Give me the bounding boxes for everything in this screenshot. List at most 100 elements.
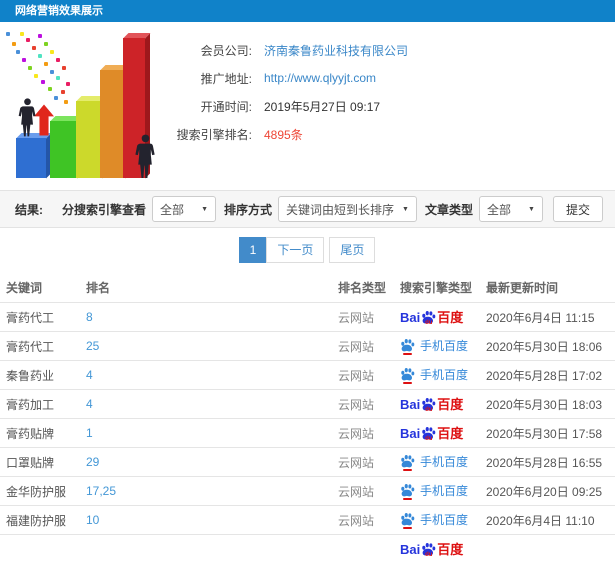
ranking-count-row: 搜索引擎排名: 4895条: [170, 120, 408, 148]
rank-cell: 29: [85, 448, 337, 477]
baidu-mobile-logo: 手机百度: [400, 366, 468, 383]
baidu-pc-logo: Baidu百度: [400, 397, 463, 411]
engine-cell: 手机百度: [399, 332, 485, 361]
rank-type-cell: 云网站: [337, 390, 399, 419]
engine-cell: 手机百度: [399, 506, 485, 535]
promo-url-label: 推广地址:: [170, 70, 252, 87]
updated-cell: 2020年5月30日 17:58: [485, 419, 615, 448]
engine-cell: 手机百度: [399, 448, 485, 477]
open-time-label: 开通时间:: [170, 98, 252, 115]
rank-type-cell: [337, 535, 399, 563]
sort-value: 关键词由短到长排序: [286, 201, 394, 218]
chevron-down-icon: ▼: [528, 206, 535, 213]
baidu-paw-icon: [400, 367, 415, 381]
updated-cell: 2020年6月20日 09:25: [485, 477, 615, 506]
last-page-button[interactable]: 尾页: [329, 237, 375, 263]
baidu-mobile-logo: 手机百度: [400, 453, 468, 470]
rank-link[interactable]: 4: [86, 368, 93, 382]
baidu-mobile-logo: 手机百度: [400, 482, 468, 499]
filter-bar: 结果: 分搜索引擎查看 全部 ▼ 排序方式 关键词由短到长排序 ▼ 文章类型 全…: [0, 190, 615, 228]
updated-cell: 2020年5月28日 17:02: [485, 361, 615, 390]
rank-cell: 8: [85, 303, 337, 332]
table-header-row: 关键词 排名 排名类型 搜索引擎类型 最新更新时间: [0, 272, 615, 303]
ranking-count-value: 4895条: [264, 126, 303, 143]
updated-cell: 2020年6月4日 11:10: [485, 506, 615, 535]
rank-link[interactable]: 29: [86, 455, 99, 469]
businessman-figure-right: [135, 134, 156, 180]
table-row: 口罩贴牌29云网站手机百度2020年5月28日 16:55: [0, 448, 615, 477]
rank-link[interactable]: 4: [86, 397, 93, 411]
baidu-pc-logo: Baidu百度: [400, 426, 463, 440]
table-row: 膏药代工8 云网站Baidu百度 2020年6月4日 11:15: [0, 303, 615, 332]
member-company-link[interactable]: 济南秦鲁药业科技有限公司: [264, 42, 408, 59]
promo-url-row: 推广地址: http://www.qlyyjt.com: [170, 64, 408, 92]
baidu-pc-logo: Baidu百度: [400, 310, 463, 324]
engine-type-header: 搜索引擎类型: [399, 272, 485, 303]
growth-chart-illustration: [2, 30, 172, 182]
rank-link[interactable]: 10: [86, 513, 99, 527]
keyword-cell: 福建防护服: [0, 506, 85, 535]
rank-link[interactable]: 1: [86, 426, 93, 440]
article-type-value: 全部: [487, 201, 511, 218]
updated-cell: 2020年5月28日 16:55: [485, 448, 615, 477]
table-row: 膏药加工4云网站Baidu百度2020年5月30日 18:03: [0, 390, 615, 419]
table-row: 膏药贴牌1 云网站Baidu百度 2020年5月30日 17:58: [0, 419, 615, 448]
page-1-button[interactable]: 1: [239, 237, 268, 263]
keyword-cell: 膏药代工: [0, 303, 85, 332]
rank-type-cell: 云网站: [337, 332, 399, 361]
baidu-paw-icon: [400, 454, 415, 468]
baidu-paw-icon: [400, 512, 415, 526]
baidu-pc-logo: Baidu百度: [400, 542, 463, 556]
rank-link[interactable]: 17,25: [86, 484, 116, 498]
bar-orange: [100, 70, 125, 178]
hero-section: 会员公司: 济南秦鲁药业科技有限公司 推广地址: http://www.qlyy…: [0, 22, 615, 190]
ranking-count-label: 搜索引擎排名:: [170, 126, 252, 143]
baidu-paw-icon: [400, 338, 415, 352]
member-company-row: 会员公司: 济南秦鲁药业科技有限公司: [170, 36, 408, 64]
keyword-cell: 膏药代工: [0, 332, 85, 361]
open-time-value: 2019年5月27日 09:17: [264, 98, 380, 115]
table-row: 福建防护服10 云网站手机百度 2020年6月4日 11:10: [0, 506, 615, 535]
engine-cell: Baidu百度: [399, 303, 485, 332]
engine-cell: Baidu百度: [399, 419, 485, 448]
bar-blue: [16, 138, 46, 178]
confetti-dots: [6, 32, 10, 36]
pagination: 1 下一页 尾页: [0, 228, 615, 272]
page-title: 网络营销效果展示: [15, 5, 103, 17]
bar-yellow: [76, 101, 102, 178]
baidu-paw-icon: [421, 542, 436, 556]
member-company-label: 会员公司:: [170, 42, 252, 59]
table-row: Baidu百度: [0, 535, 615, 563]
sort-label: 排序方式: [224, 201, 272, 218]
keyword-table-body: 膏药代工8云网站Baidu百度2020年6月4日 11:15膏药代工25云网站手…: [0, 303, 615, 563]
submit-button[interactable]: 提交: [553, 196, 603, 222]
rank-cell: 10: [85, 506, 337, 535]
sort-select[interactable]: 关键词由短到长排序 ▼: [278, 196, 417, 222]
rank-type-cell: 云网站: [337, 506, 399, 535]
baidu-mobile-logo: 手机百度: [400, 511, 468, 528]
rank-type-cell: 云网站: [337, 419, 399, 448]
rank-cell: [85, 535, 337, 563]
keyword-cell: 膏药贴牌: [0, 419, 85, 448]
baidu-mobile-logo: 手机百度: [400, 337, 468, 354]
rank-cell: 25: [85, 332, 337, 361]
rank-type-cell: 云网站: [337, 303, 399, 332]
filter-controls: 分搜索引擎查看 全部 ▼ 排序方式 关键词由短到长排序 ▼ 文章类型 全部 ▼ …: [54, 196, 603, 222]
article-type-select[interactable]: 全部 ▼: [479, 196, 543, 222]
table-row: 秦鲁药业4云网站手机百度2020年5月28日 17:02: [0, 361, 615, 390]
keyword-cell: 秦鲁药业: [0, 361, 85, 390]
engine-view-label: 分搜索引擎查看: [62, 201, 146, 218]
engine-view-select[interactable]: 全部 ▼: [152, 196, 216, 222]
rank-link[interactable]: 25: [86, 339, 99, 353]
rank-header: 排名: [85, 272, 337, 303]
next-page-button[interactable]: 下一页: [266, 237, 324, 263]
engine-view-value: 全部: [160, 201, 184, 218]
promo-url-link[interactable]: http://www.qlyyjt.com: [264, 71, 376, 85]
keyword-cell: 膏药加工: [0, 390, 85, 419]
updated-cell: [485, 535, 615, 563]
engine-cell: Baidu百度: [399, 390, 485, 419]
account-info: 会员公司: 济南秦鲁药业科技有限公司 推广地址: http://www.qlyy…: [170, 36, 408, 148]
keyword-header: 关键词: [0, 272, 85, 303]
rank-link[interactable]: 8: [86, 310, 93, 324]
updated-cell: 2020年6月4日 11:15: [485, 303, 615, 332]
